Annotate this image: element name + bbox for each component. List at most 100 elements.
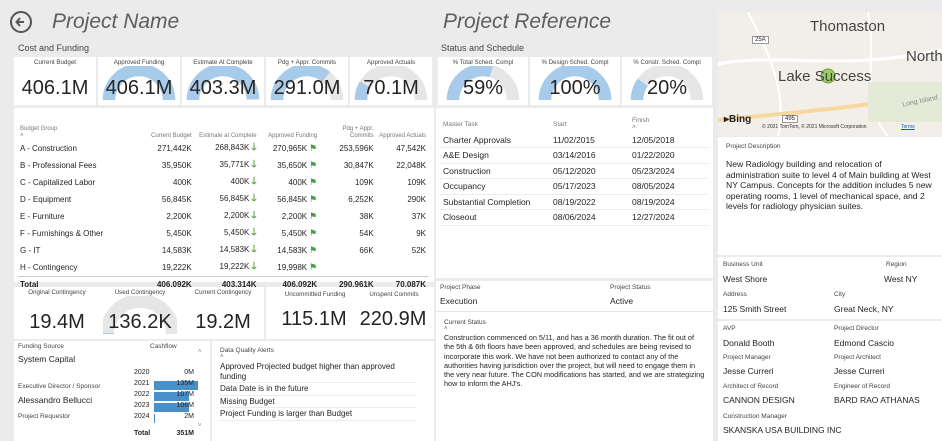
project-status-value: Active	[610, 296, 634, 306]
cashflow-scrollbar[interactable]: ˄ ˅	[198, 349, 204, 429]
commits-cell	[319, 259, 375, 277]
cost-kpi-label: Approved Actuals	[366, 59, 416, 66]
alert-item[interactable]: Project Funding is larger than Budget	[220, 408, 416, 421]
sort-icon: ˄	[632, 124, 636, 131]
col-eac[interactable]: Estimate at Complete	[194, 116, 259, 140]
eac-cell: 19,222K 🡓	[219, 261, 257, 272]
schedule-kpi-card: % Constr. Sched. Compl 20%	[622, 57, 712, 105]
table-row[interactable]: Closeout 08/06/2024 12/27/2024	[440, 209, 708, 226]
table-row[interactable]: D - Equipment 56,845K 56,845K 🡓 56,845K ⚑ 6,25…	[18, 191, 428, 208]
map-card[interactable]: Thomaston Lake Success North Long Island…	[718, 12, 942, 136]
schedule-kpi-label: % Design Sched. Compl	[541, 59, 609, 66]
team-card: AVP Donald Booth Project Director Edmond…	[718, 321, 942, 441]
funding-cell: 5,450K ⚑	[281, 228, 318, 238]
avp-label: AVP	[723, 325, 736, 332]
engineer-of-record-value: BARD RAO ATHANAS	[834, 395, 920, 405]
col-budget-group[interactable]: Budget Group ˄	[18, 116, 141, 140]
table-row[interactable]: C - Capitalized Labor 400K 400K 🡓 400K ⚑ 109K 1…	[18, 174, 428, 191]
table-row[interactable]: Substantial Completion 08/19/2022 08/19/20…	[440, 194, 708, 210]
flag-icon: ⚑	[309, 143, 318, 153]
col-finish[interactable]: Finish ˄	[629, 116, 708, 132]
sort-icon: ˄	[20, 133, 24, 139]
current-budget-cell: 19,222K	[161, 263, 192, 272]
cost-kpi-value: 403.3M	[189, 77, 257, 99]
master-task-card: Master Task Start Finish ˄ Charter Approv…	[436, 108, 713, 278]
construction-manager-label: Construction Manager	[723, 413, 787, 420]
col-commits[interactable]: Pdg + Appr. Commits	[319, 116, 375, 140]
back-button[interactable]	[10, 11, 32, 33]
project-requestor-label: Project Requestor	[18, 413, 71, 420]
eac-cell: 35,771K 🡓	[219, 159, 257, 170]
scroll-up-icon[interactable]: ˄	[198, 349, 204, 355]
eac-cell: 56,845K 🡓	[219, 193, 257, 204]
table-row[interactable]: A&E Design 03/14/2016 01/22/2020	[440, 147, 708, 164]
executive-director-label: Executive Director / Sponsor	[18, 383, 101, 390]
table-row[interactable]: E - Furniture 2,200K 2,200K 🡓 2,200K ⚑ 38K 37K	[18, 208, 428, 225]
table-row[interactable]: H - Contingency 19,222K 19,222K 🡓 19,998K ⚑	[18, 259, 428, 277]
cost-kpi-label: Estimate At Complete	[193, 59, 253, 66]
current-status-text: Construction commenced on 5/11, and has …	[444, 333, 705, 389]
cost-kpi-card: Approved Actuals 70.1M	[350, 57, 432, 105]
section-subtitle-cost: Cost and Funding	[18, 43, 90, 53]
cashflow-total-label: Total	[134, 430, 151, 437]
actuals-cell: 22,048K	[396, 161, 426, 170]
cost-kpi-card: Pdg + Appr. Commits 291.0M	[266, 57, 348, 105]
col-start[interactable]: Start	[550, 116, 629, 132]
sort-icon: ˄	[444, 326, 448, 332]
funding-cell: 270,965K ⚑	[272, 143, 318, 153]
col-current-budget[interactable]: Current Budget	[141, 116, 193, 140]
commits-cell: 253,596K	[339, 144, 374, 153]
map-copyright: © 2021 TomTom, © 2021 Microsoft Corporat…	[762, 124, 867, 130]
down-arrow-icon: 🡓	[251, 261, 257, 272]
commits-cell: 54K	[359, 229, 374, 238]
table-row[interactable]: Construction 05/12/2020 05/23/2024	[440, 163, 708, 179]
cashflow-label: Cashflow	[150, 343, 177, 350]
budget-table-card: Budget Group ˄ Current Budget Estimate at…	[14, 108, 434, 289]
executive-director-value: Alessandro Bellucci	[18, 395, 93, 405]
map-terms-link[interactable]: Terms	[901, 124, 915, 130]
col-master-task[interactable]: Master Task	[440, 116, 550, 132]
col-actuals[interactable]: Approved Actuals	[376, 116, 428, 140]
start-cell: 11/02/2015	[550, 132, 629, 148]
eac-cell: 5,450K 🡓	[223, 227, 257, 238]
alert-item[interactable]: Approved Projected budget higher than ap…	[220, 361, 416, 384]
table-row[interactable]: Occupancy 05/17/2023 08/05/2024	[440, 178, 708, 195]
alert-item[interactable]: Missing Budget	[220, 396, 416, 409]
table-row[interactable]: B - Professional Fees 35,950K 35,771K 🡓 35,6…	[18, 157, 428, 174]
cashflow-year: 2020	[134, 369, 150, 376]
alerts-title: Data Quality Alerts	[220, 347, 274, 354]
actuals-cell	[376, 259, 428, 277]
table-row[interactable]: A - Construction 271,442K 268,843K 🡓 270,965…	[18, 140, 428, 157]
contingency-kpi-card: Original Contingency 19.4M	[16, 287, 98, 339]
current-status-label: Current Status	[444, 319, 486, 326]
budget-group-cell: G - IT	[20, 246, 41, 255]
bing-logo: ▸Bing	[724, 114, 752, 125]
scroll-down-icon[interactable]: ˅	[198, 423, 202, 429]
flag-icon: ⚑	[309, 262, 318, 272]
flag-icon: ⚑	[309, 228, 318, 238]
task-cell: Closeout	[440, 209, 550, 226]
unspent-commits-label: Unspent Commits	[369, 291, 419, 298]
task-cell: Substantial Completion	[440, 194, 550, 210]
contingency-kpi-value: 19.4M	[29, 311, 85, 333]
table-row[interactable]: G - IT 14,583K 14,583K 🡓 14,583K ⚑ 66K 52K	[18, 242, 428, 259]
project-manager-value: Jesse Curreri	[723, 366, 774, 376]
cashflow-total-value: 351M	[176, 430, 194, 437]
reference-title: Project Reference	[443, 10, 612, 33]
task-cell: A&E Design	[440, 147, 550, 164]
alert-item[interactable]: Data Date is in the future	[220, 383, 416, 396]
cashflow-value: 106M	[176, 402, 194, 409]
funding-cell: 56,845K ⚑	[277, 194, 318, 204]
funding-cell: 2,200K ⚑	[281, 211, 318, 221]
contingency-kpi-label: Original Contingency	[28, 289, 86, 296]
divider	[436, 311, 713, 312]
actuals-cell: 52K	[411, 246, 426, 255]
col-approved-funding[interactable]: Approved Funding	[259, 116, 320, 140]
table-row[interactable]: Charter Approvals 11/02/2015 12/05/2018	[440, 132, 708, 148]
schedule-kpi-value: 100%	[549, 77, 601, 99]
task-cell: Charter Approvals	[440, 132, 550, 148]
table-row[interactable]: F - Furnishings & Other 5,450K 5,450K 🡓 5,45…	[18, 225, 428, 242]
down-arrow-icon: 🡓	[251, 193, 257, 204]
funding-cell: 19,998K ⚑	[277, 262, 318, 272]
phase-card: Project Phase Execution Project Status A…	[436, 281, 713, 441]
